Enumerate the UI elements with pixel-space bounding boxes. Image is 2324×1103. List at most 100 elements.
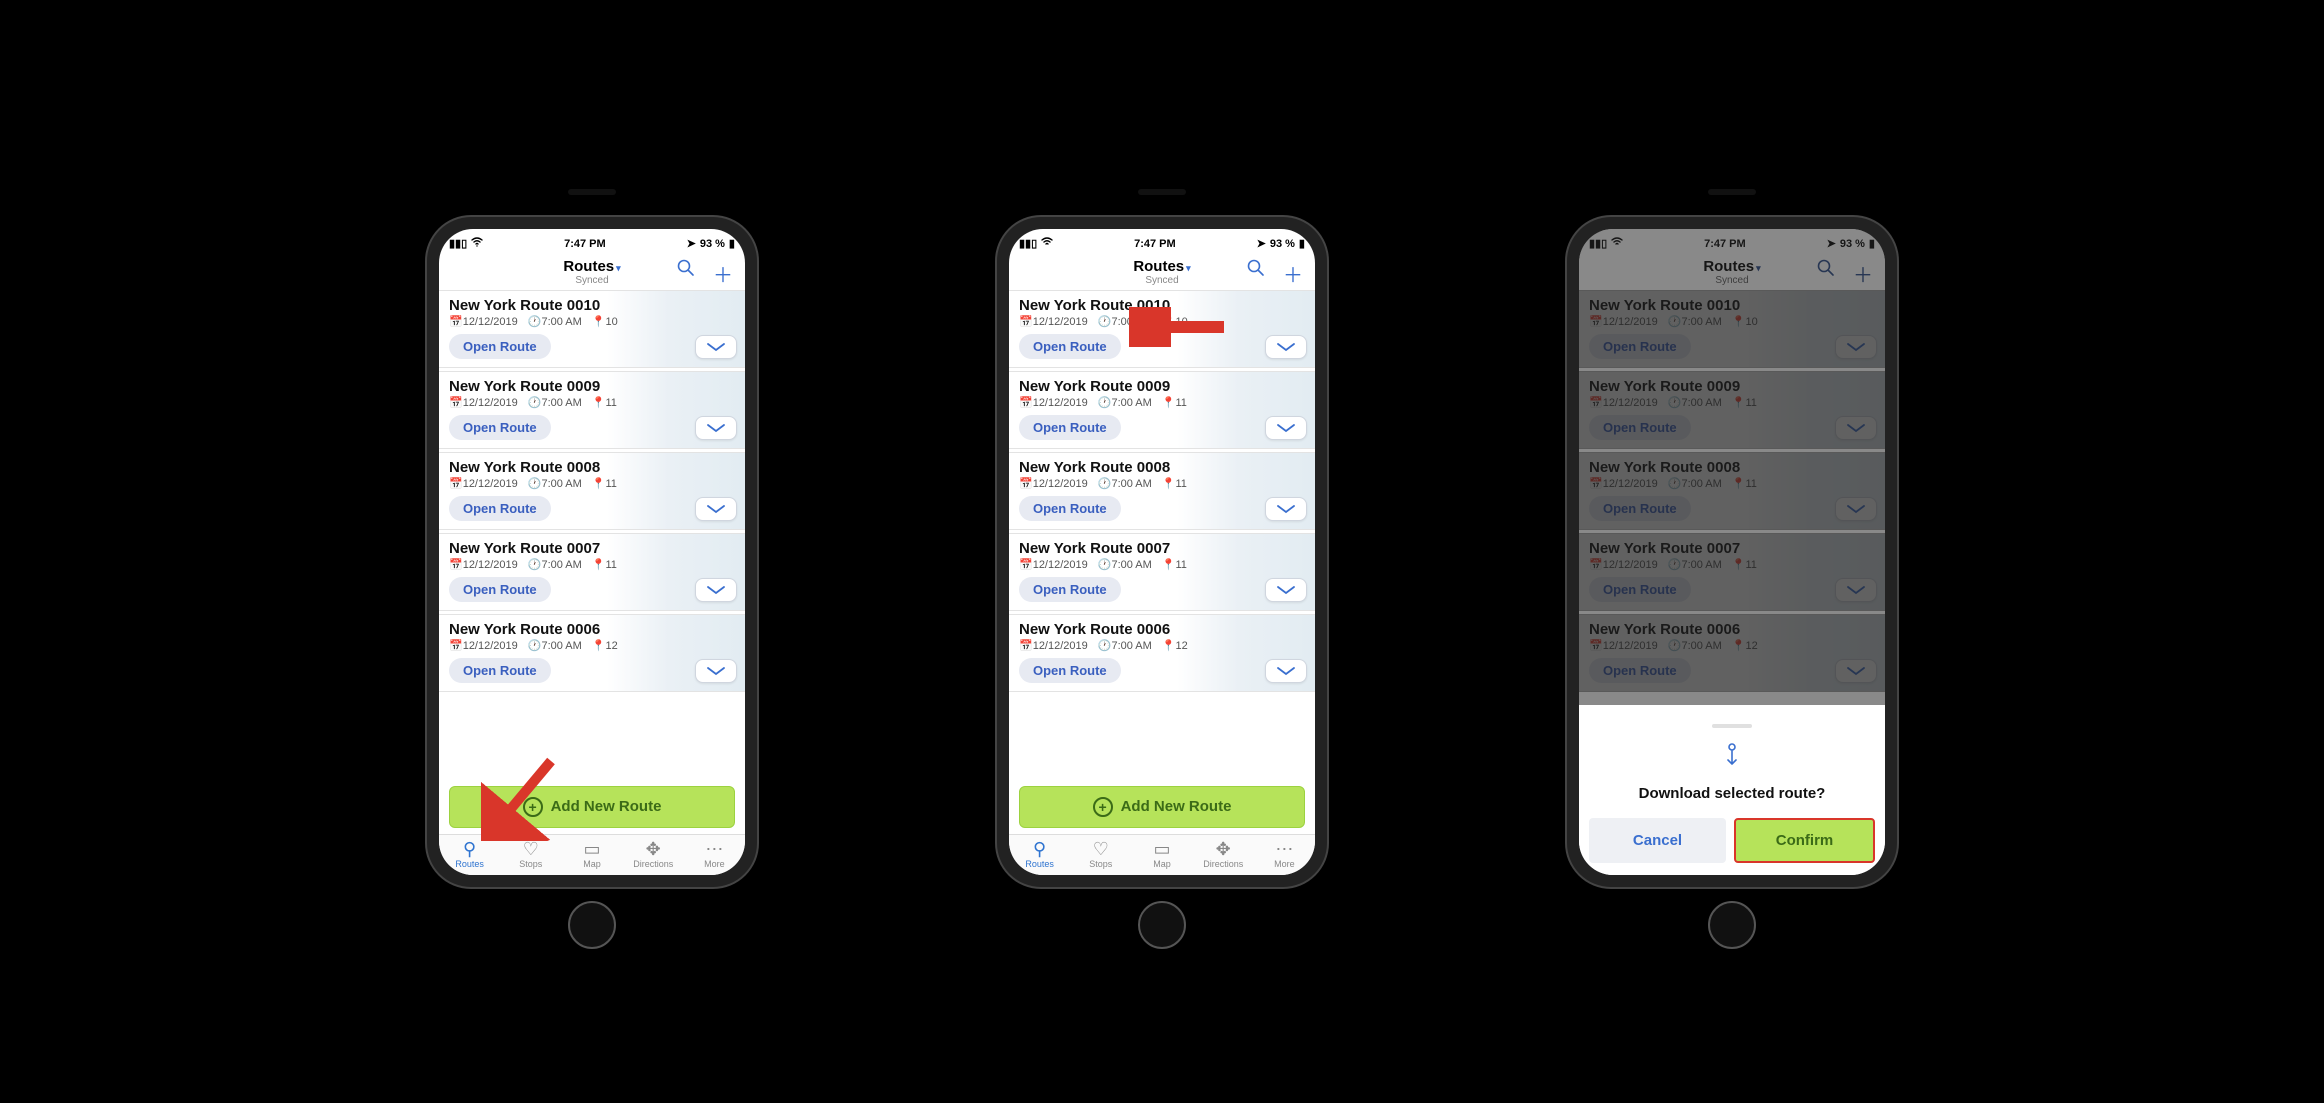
open-route-button[interactable]: Open Route [449,496,551,521]
open-route-button[interactable]: Open Route [449,334,551,359]
route-item[interactable]: New York Route 0009📅12/12/2019🕐7:00 AM📍1… [1009,371,1315,449]
route-date: 📅12/12/2019 [449,396,518,409]
tab-stops[interactable]: ♡Stops [500,835,561,875]
route-name: New York Route 0006 [449,621,735,638]
open-route-button[interactable]: Open Route [1019,334,1121,359]
open-route-button[interactable]: Open Route [1019,415,1121,440]
add-icon[interactable]: ＋ [713,259,733,288]
search-icon[interactable] [677,259,695,288]
expand-button[interactable] [1265,659,1307,683]
home-button[interactable] [568,901,616,949]
add-route-label: Add New Route [1121,798,1232,815]
plus-circle-icon: + [1093,797,1113,817]
expand-button[interactable] [695,578,737,602]
route-name: New York Route 0007 [449,540,735,557]
directions-icon: ✥ [1193,839,1254,859]
tab-more[interactable]: ⋯More [1254,835,1315,875]
route-date: 📅12/12/2019 [1019,639,1088,652]
add-new-route-button[interactable]: + Add New Route [1019,786,1305,828]
route-time: 🕐7:00 AM [528,477,582,490]
expand-button[interactable] [1265,335,1307,359]
phone-frame-3: ▮▮▯ 7:47 PM ➤93 %▮ RoutesSynced ＋ New Yo… [1567,217,1897,887]
expand-button[interactable] [1265,416,1307,440]
open-route-button[interactable]: Open Route [449,577,551,602]
location-icon: ➤ [687,237,696,250]
tab-routes[interactable]: ⚲Routes [1009,835,1070,875]
routes-icon: ⚲ [439,839,500,859]
more-icon: ⋯ [1254,839,1315,859]
search-icon[interactable] [1247,259,1265,288]
route-item[interactable]: New York Route 0009📅12/12/2019🕐7:00 AM📍1… [439,371,745,449]
tab-routes[interactable]: ⚲Routes [439,835,500,875]
sheet-grabber[interactable] [1712,724,1752,728]
open-route-button[interactable]: Open Route [449,658,551,683]
tab-directions[interactable]: ✥Directions [623,835,684,875]
open-route-button[interactable]: Open Route [1019,577,1121,602]
header-title[interactable]: Routes [1133,259,1190,276]
home-button[interactable] [1708,901,1756,949]
route-meta: 📅12/12/2019 🕐7:00 AM 📍11 [449,477,735,490]
flow-arrow-1 [817,527,937,577]
route-time: 🕐7:00 AM [1098,558,1152,571]
route-meta: 📅12/12/2019🕐7:00 AM📍12 [1019,639,1305,652]
route-time: 🕐7:00 AM [528,396,582,409]
expand-button[interactable] [1265,497,1307,521]
route-item[interactable]: New York Route 0008📅12/12/2019🕐7:00 AM📍1… [1009,452,1315,530]
tab-more[interactable]: ⋯More [684,835,745,875]
open-route-button[interactable]: Open Route [449,415,551,440]
route-time: 🕐7:00 AM [528,315,582,328]
route-item[interactable]: New York Route 0006📅12/12/2019🕐7:00 AM📍1… [1009,614,1315,692]
route-name: New York Route 0007 [1019,540,1305,557]
route-stops: 📍11 [1162,558,1187,571]
expand-button[interactable] [1265,578,1307,602]
route-item[interactable]: New York Route 0006📅12/12/2019🕐7:00 AM📍1… [439,614,745,692]
tab-directions[interactable]: ✥Directions [1193,835,1254,875]
open-route-button[interactable]: Open Route [1019,496,1121,521]
route-date: 📅12/12/2019 [1019,396,1088,409]
header-subtitle: Synced [563,275,620,286]
route-meta: 📅12/12/2019🕐7:00 AM📍11 [1019,396,1305,409]
routes-list[interactable]: New York Route 0010📅12/12/2019🕐7:00 AM📍1… [1009,290,1315,780]
phone-frame-2: ▮▮▯ 7:47 PM ➤93 %▮ RoutesSynced ＋ New Yo… [997,217,1327,887]
status-time: 7:47 PM [1134,238,1176,250]
add-new-route-button[interactable]: + Add New Route [449,786,735,828]
route-item[interactable]: New York Route 0008📅12/12/2019🕐7:00 AM📍1… [439,452,745,530]
routes-list[interactable]: New York Route 0010📅12/12/2019🕐7:00 AM📍1… [439,290,745,780]
expand-button[interactable] [695,497,737,521]
route-item[interactable]: New York Route 0007📅12/12/2019🕐7:00 AM📍1… [439,533,745,611]
route-item[interactable]: New York Route 0007📅12/12/2019🕐7:00 AM📍1… [1009,533,1315,611]
tab-map[interactable]: ▭Map [1131,835,1192,875]
open-route-button[interactable]: Open Route [1019,658,1121,683]
route-date: 📅12/12/2019 [449,315,518,328]
flow-arrow-2 [1387,527,1507,577]
header-subtitle: Synced [1133,275,1190,286]
route-time: 🕐7:00 AM [1098,477,1152,490]
tab-map[interactable]: ▭Map [561,835,622,875]
route-stops: 📍11 [592,477,617,490]
header-title[interactable]: Routes [563,259,620,276]
tab-stops[interactable]: ♡Stops [1070,835,1131,875]
signal-icon: ▮▮▯ [1019,237,1037,250]
route-meta: 📅12/12/2019🕐7:00 AM📍10 [1019,315,1305,328]
expand-button[interactable] [695,416,737,440]
home-button[interactable] [1138,901,1186,949]
route-stops: 📍10 [1162,315,1188,328]
expand-button[interactable] [695,335,737,359]
tab-bar: ⚲Routes ♡Stops ▭Map ✥Directions ⋯More [439,834,745,875]
route-item[interactable]: New York Route 0010📅12/12/2019🕐7:00 AM📍1… [439,290,745,368]
route-time: 🕐7:00 AM [1098,315,1152,328]
modal-backdrop[interactable] [1579,229,1885,705]
route-date: 📅12/12/2019 [449,477,518,490]
sheet-title: Download selected route? [1589,785,1875,802]
directions-icon: ✥ [623,839,684,859]
wifi-icon [471,237,483,250]
confirm-button[interactable]: Confirm [1734,818,1875,863]
route-stops: 📍11 [1162,396,1187,409]
add-icon[interactable]: ＋ [1283,259,1303,288]
route-stops: 📍12 [1162,639,1188,652]
cancel-button[interactable]: Cancel [1589,818,1726,863]
battery-icon: ▮ [729,237,735,250]
expand-button[interactable] [695,659,737,683]
route-item[interactable]: New York Route 0010📅12/12/2019🕐7:00 AM📍1… [1009,290,1315,368]
stops-icon: ♡ [1070,839,1131,859]
